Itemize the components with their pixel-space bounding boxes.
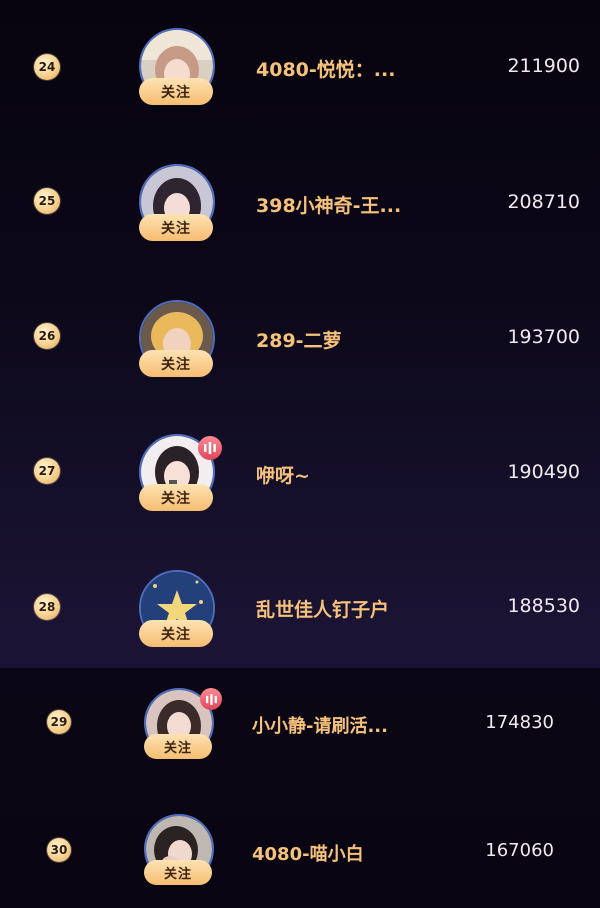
avatar-container[interactable]: 关注 (139, 300, 215, 380)
list-item[interactable]: 30 关注 4080-喵小白 167060 (0, 792, 600, 908)
list-item[interactable]: 24 关注 4080-悦悦：... 211900 (0, 0, 600, 136)
score-value: 211900 (507, 55, 580, 77)
avatar-container[interactable]: 关注 (139, 164, 215, 244)
score-value: 193700 (507, 326, 580, 348)
rank-badge: 29 (47, 710, 71, 734)
list-item[interactable]: 27 关注 咿呀~ 190490 (0, 408, 600, 544)
score-value: 190490 (507, 461, 580, 483)
avatar-container[interactable]: 关注 (139, 28, 215, 108)
list-item[interactable]: 26 关注 289-二萝 193700 (0, 272, 600, 408)
follow-button[interactable]: 关注 (144, 734, 212, 759)
live-icon (200, 688, 222, 710)
avatar-container[interactable]: 关注 (139, 570, 215, 650)
rank-badge: 27 (34, 458, 60, 484)
streamer-name[interactable]: 乱世佳人钉子户 (256, 595, 389, 622)
follow-button[interactable]: 关注 (139, 484, 213, 511)
rank-badge: 24 (34, 54, 60, 80)
score-value: 174830 (485, 712, 554, 733)
avatar-container[interactable]: 关注 (144, 688, 222, 768)
follow-button[interactable]: 关注 (144, 860, 212, 885)
list-item[interactable]: 28 关注 乱世佳人钉子户 188530 (0, 544, 600, 680)
rank-badge: 26 (34, 323, 60, 349)
score-value: 167060 (485, 840, 554, 861)
streamer-name[interactable]: 289-二萝 (256, 326, 342, 353)
follow-button[interactable]: 关注 (139, 78, 213, 105)
streamer-name[interactable]: 咿呀~ (256, 461, 310, 488)
score-value: 188530 (507, 595, 580, 617)
follow-button[interactable]: 关注 (139, 214, 213, 241)
score-value: 208710 (507, 191, 580, 213)
streamer-name[interactable]: 398小神奇-王... (256, 191, 401, 218)
streamer-name[interactable]: 4080-喵小白 (252, 840, 364, 866)
avatar-container[interactable]: 关注 (139, 434, 222, 514)
rank-badge: 25 (34, 188, 60, 214)
streamer-name[interactable]: 小小静-请刷活... (252, 712, 388, 738)
list-item[interactable]: 25 关注 398小神奇-王... 208710 (0, 136, 600, 272)
live-icon (198, 436, 222, 460)
follow-button[interactable]: 关注 (139, 350, 213, 377)
follow-button[interactable]: 关注 (139, 620, 213, 647)
avatar-container[interactable]: 关注 (144, 814, 220, 894)
rank-badge: 28 (34, 594, 60, 620)
list-item[interactable]: 29 关注 小小静-请刷活... 174830 (0, 668, 600, 788)
rank-badge: 30 (47, 838, 71, 862)
streamer-name[interactable]: 4080-悦悦：... (256, 55, 395, 82)
